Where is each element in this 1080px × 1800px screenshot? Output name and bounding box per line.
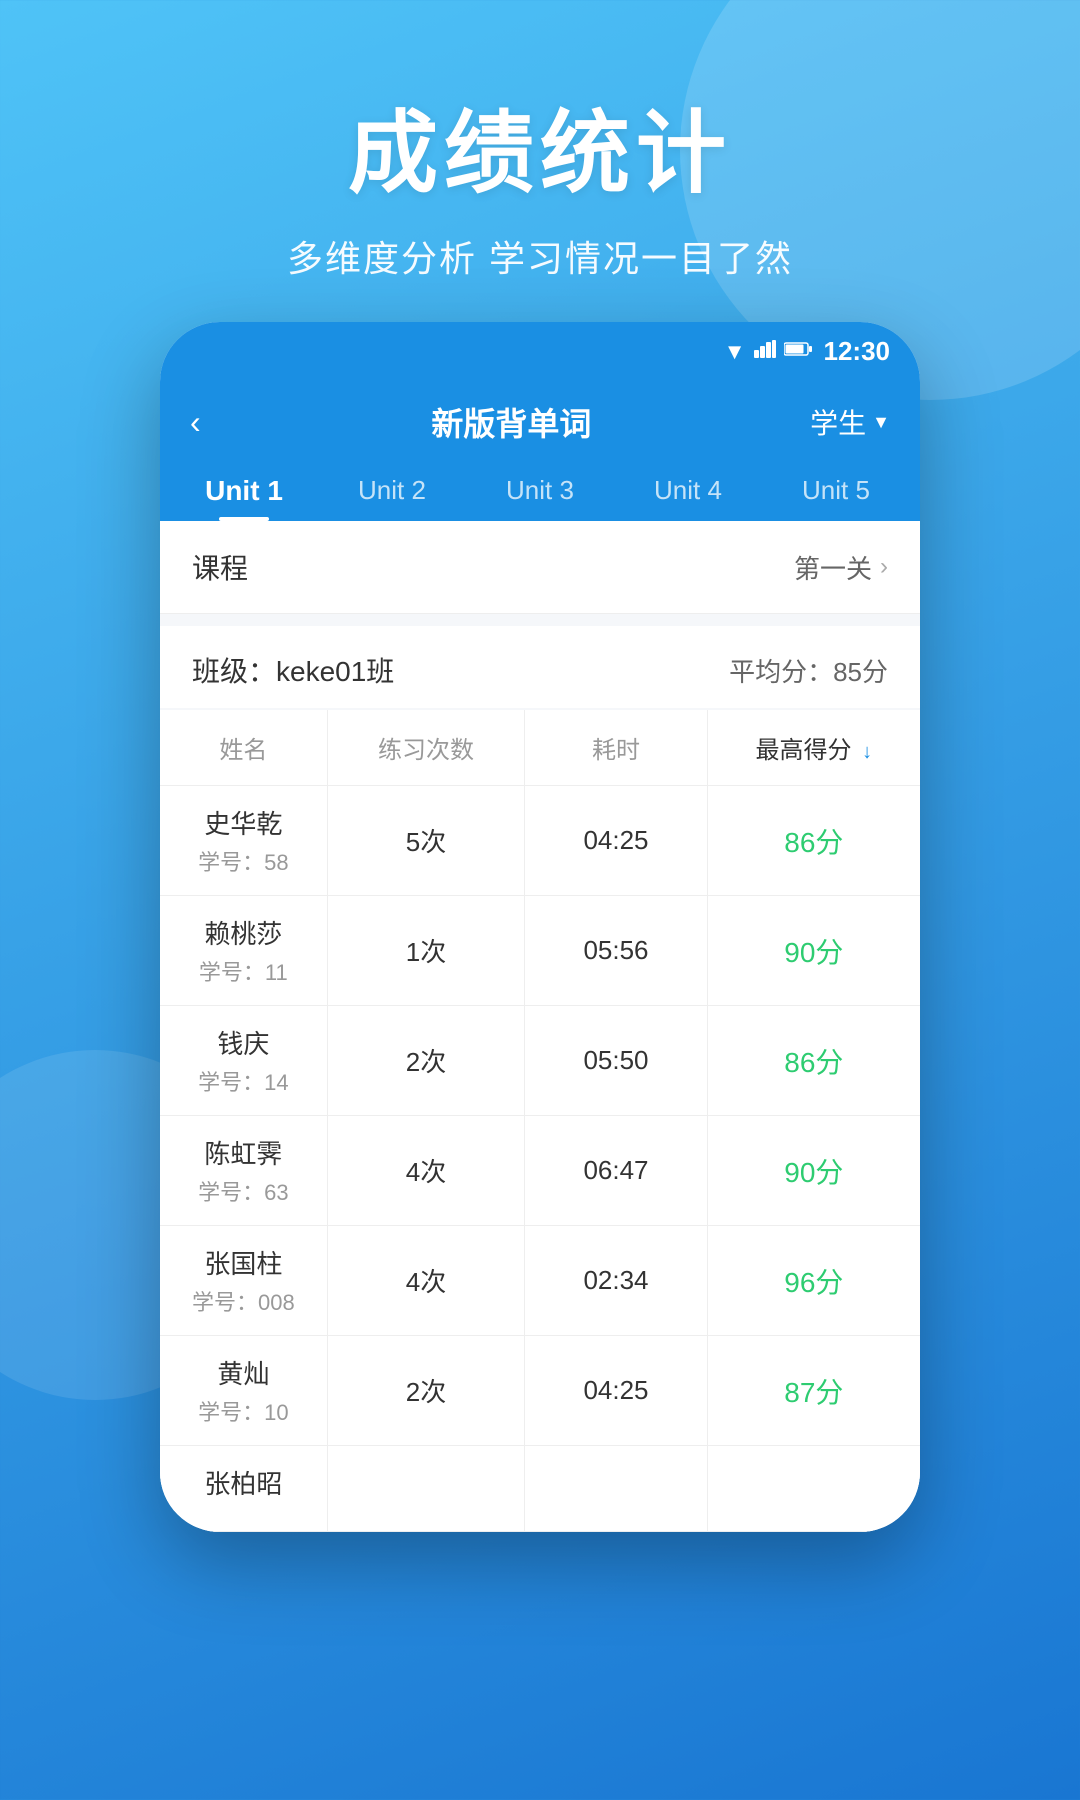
student-name: 史华乾	[204, 804, 282, 841]
student-id: 学号：63	[198, 1175, 289, 1207]
col-header-time: 耗时	[525, 710, 707, 786]
data-table: 姓名 练习次数 耗时 最高得分 ↓ 史华乾 学号：58	[160, 710, 920, 1532]
time-spent	[525, 1446, 707, 1532]
course-value-text: 第一关	[794, 549, 872, 586]
page-title: 成绩统计	[0, 80, 1080, 210]
avg-score-value: 85分	[833, 657, 888, 687]
time-spent: 05:50	[525, 1006, 707, 1116]
col-header-name: 姓名	[160, 710, 327, 786]
phone-mockup: ▼ 12:30 ‹ 新版背单词 学生	[160, 322, 920, 1532]
chevron-right-icon: ›	[880, 553, 888, 581]
student-name: 赖桃莎	[204, 914, 282, 951]
page-header: 成绩统计 多维度分析 学习情况一目了然	[0, 0, 1080, 322]
avg-label: 平均分：	[729, 657, 833, 687]
page-subtitle: 多维度分析 学习情况一目了然	[0, 230, 1080, 282]
student-id: 学号：11	[199, 955, 288, 987]
practice-count: 4次	[327, 1226, 525, 1336]
score-col-label: 最高得分	[756, 737, 852, 764]
status-icons: ▼	[724, 339, 812, 365]
table-row: 黄灿 学号：10 2次 04:25 87分	[160, 1336, 920, 1446]
high-score: 87分	[707, 1336, 920, 1446]
content-area: 课程 第一关 › 班级：keke01班 平均分：85分 姓名 练习次数 耗时	[160, 521, 920, 1532]
table-row: 陈虹霁 学号：63 4次 06:47 90分	[160, 1116, 920, 1226]
student-name-cell: 黄灿 学号：10	[160, 1336, 327, 1446]
student-name: 张柏昭	[204, 1464, 282, 1501]
class-label: 班级：	[192, 656, 276, 687]
student-name-cell: 张国柱 学号：008	[160, 1226, 327, 1336]
student-id: 学号：008	[192, 1285, 295, 1317]
practice-count: 1次	[327, 896, 525, 1006]
app-header: ‹ 新版背单词 学生 ▼	[160, 381, 920, 457]
student-name-cell: 赖桃莎 学号：11	[160, 896, 327, 1006]
time-spent: 02:34	[525, 1226, 707, 1336]
course-label: 课程	[192, 547, 248, 587]
time-spent: 05:56	[525, 896, 707, 1006]
status-bar: ▼ 12:30	[160, 322, 920, 381]
student-name: 钱庆	[217, 1024, 269, 1061]
table-header-row: 姓名 练习次数 耗时 最高得分 ↓	[160, 710, 920, 786]
student-name-cell: 史华乾 学号：58	[160, 786, 327, 896]
table-row: 赖桃莎 学号：11 1次 05:56 90分	[160, 896, 920, 1006]
status-time: 12:30	[824, 336, 891, 367]
tabs-bar: Unit 1 Unit 2 Unit 3 Unit 4 Unit 5	[160, 457, 920, 521]
student-id: 学号：58	[198, 845, 289, 877]
app-title: 新版背单词	[213, 399, 811, 445]
student-name: 张国柱	[204, 1244, 282, 1281]
student-selector[interactable]: 学生 ▼	[810, 402, 890, 442]
time-spent: 04:25	[525, 1336, 707, 1446]
practice-count	[327, 1446, 525, 1532]
wifi-icon: ▼	[724, 339, 746, 365]
high-score: 96分	[707, 1226, 920, 1336]
class-name: 班级：keke01班	[192, 650, 394, 690]
class-name-value: keke01班	[276, 656, 394, 687]
col-header-score[interactable]: 最高得分 ↓	[707, 710, 920, 786]
student-name-cell: 陈虹霁 学号：63	[160, 1116, 327, 1226]
table-row: 张柏昭	[160, 1446, 920, 1532]
tab-unit3[interactable]: Unit 3	[466, 457, 614, 521]
table-row: 张国柱 学号：008 4次 02:34 96分	[160, 1226, 920, 1336]
class-info-row: 班级：keke01班 平均分：85分	[160, 626, 920, 708]
sort-down-icon: ↓	[862, 741, 872, 763]
student-id: 学号：14	[198, 1065, 289, 1097]
practice-count: 2次	[327, 1006, 525, 1116]
student-label: 学生	[810, 402, 866, 442]
avg-score: 平均分：85分	[729, 652, 888, 689]
tab-unit2[interactable]: Unit 2	[318, 457, 466, 521]
student-name-cell: 钱庆 学号：14	[160, 1006, 327, 1116]
student-name: 陈虹霁	[204, 1134, 282, 1171]
tab-unit5[interactable]: Unit 5	[762, 457, 910, 521]
student-name-cell: 张柏昭	[160, 1446, 327, 1532]
course-row: 课程 第一关 ›	[160, 521, 920, 614]
student-name: 黄灿	[217, 1354, 269, 1391]
tab-unit1[interactable]: Unit 1	[170, 457, 318, 521]
table-row: 钱庆 学号：14 2次 05:50 86分	[160, 1006, 920, 1116]
table-row: 史华乾 学号：58 5次 04:25 86分	[160, 786, 920, 896]
time-spent: 04:25	[525, 786, 707, 896]
back-button[interactable]: ‹	[190, 400, 213, 445]
high-score	[707, 1446, 920, 1532]
high-score: 90分	[707, 896, 920, 1006]
high-score: 86分	[707, 1006, 920, 1116]
practice-count: 2次	[327, 1336, 525, 1446]
student-id: 学号：10	[198, 1395, 289, 1427]
col-header-practice: 练习次数	[327, 710, 525, 786]
signal-icon	[754, 340, 776, 364]
high-score: 90分	[707, 1116, 920, 1226]
high-score: 86分	[707, 786, 920, 896]
dropdown-arrow-icon: ▼	[872, 412, 890, 433]
practice-count: 5次	[327, 786, 525, 896]
course-value[interactable]: 第一关 ›	[794, 549, 888, 586]
time-spent: 06:47	[525, 1116, 707, 1226]
tab-unit4[interactable]: Unit 4	[614, 457, 762, 521]
practice-count: 4次	[327, 1116, 525, 1226]
battery-icon	[784, 340, 812, 363]
